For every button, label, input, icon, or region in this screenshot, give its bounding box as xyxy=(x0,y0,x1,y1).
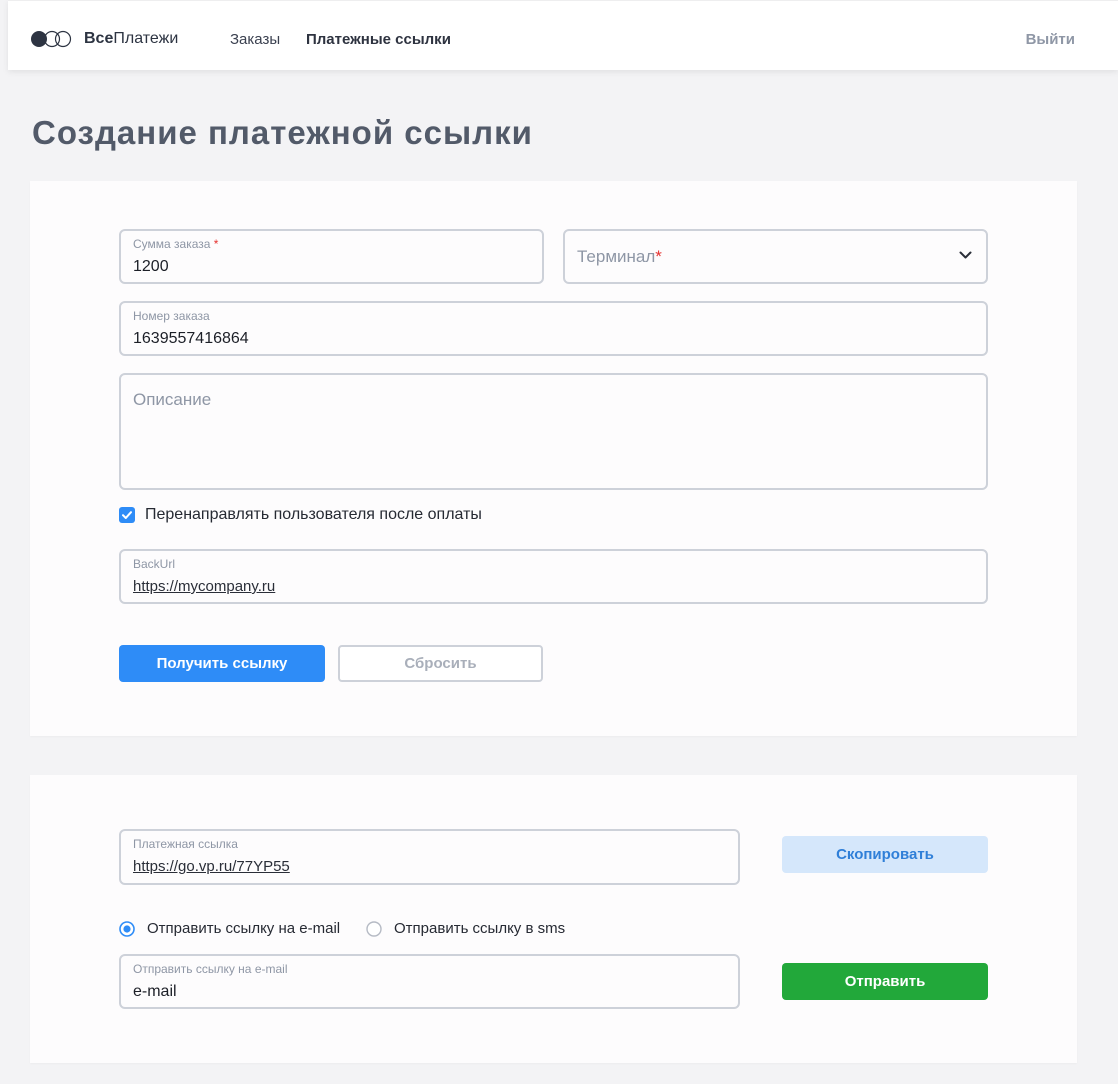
order-number-field[interactable]: Номер заказа xyxy=(119,301,988,356)
amount-field-label: Сумма заказа * xyxy=(133,237,218,251)
radio-checked-icon[interactable] xyxy=(119,921,135,937)
send-sms-option-label[interactable]: Отправить ссылку в sms xyxy=(394,920,565,938)
reset-button[interactable]: Сбросить xyxy=(338,645,543,682)
required-mark: * xyxy=(655,247,662,266)
email-field-label: Отправить ссылку на e-mail xyxy=(133,962,288,976)
terminal-select[interactable]: Терминал* xyxy=(563,229,988,284)
back-url-label: BackUrl xyxy=(133,557,176,571)
terminal-placeholder-text: Терминал xyxy=(577,247,656,266)
page-title: Создание платежной ссылки xyxy=(32,114,533,151)
payment-link-card: Платежная ссылка Скопировать Отправить с… xyxy=(30,775,1077,1063)
send-button[interactable]: Отправить xyxy=(782,963,988,1000)
logout-link[interactable]: Выйти xyxy=(1026,30,1075,50)
back-url-input[interactable] xyxy=(133,576,974,598)
logo-text[interactable]: ВсеПлатежи xyxy=(84,29,178,49)
radio-unchecked-icon[interactable] xyxy=(366,921,382,937)
amount-field[interactable]: Сумма заказа * xyxy=(119,229,544,284)
description-textarea[interactable] xyxy=(119,373,988,490)
email-input[interactable] xyxy=(133,981,726,1003)
order-number-label: Номер заказа xyxy=(133,309,210,323)
amount-label-text: Сумма заказа xyxy=(133,237,211,251)
amount-input[interactable] xyxy=(133,256,530,278)
payment-link-label: Платежная ссылка xyxy=(133,837,238,851)
terminal-select-placeholder: Терминал* xyxy=(577,247,662,267)
nav-item-orders[interactable]: Заказы xyxy=(230,30,280,50)
back-url-field[interactable]: BackUrl xyxy=(119,549,988,604)
create-link-form-card: Сумма заказа * Терминал* Номер заказа Пе… xyxy=(30,181,1077,736)
redirect-checkbox-label[interactable]: Перенаправлять пользователя после оплаты xyxy=(145,506,482,524)
checkbox-checked-icon[interactable] xyxy=(119,507,135,523)
logo-icon xyxy=(31,30,72,48)
chevron-down-icon[interactable] xyxy=(959,251,972,260)
required-mark: * xyxy=(213,237,219,251)
copy-button[interactable]: Скопировать xyxy=(782,836,988,873)
logo-text-bold: Все xyxy=(84,30,114,47)
send-email-option-label[interactable]: Отправить ссылку на e-mail xyxy=(147,920,340,938)
order-number-input[interactable] xyxy=(133,328,974,350)
nav-item-payment-links[interactable]: Платежные ссылки xyxy=(306,30,451,50)
top-nav-bar: ВсеПлатежи Заказы Платежные ссылки Выйти xyxy=(8,0,1118,70)
get-link-button[interactable]: Получить ссылку xyxy=(119,645,325,682)
payment-link-input[interactable] xyxy=(133,856,726,878)
email-field[interactable]: Отправить ссылку на e-mail xyxy=(119,954,740,1009)
logo-text-rest: Платежи xyxy=(113,30,179,47)
payment-link-field[interactable]: Платежная ссылка xyxy=(119,829,740,885)
